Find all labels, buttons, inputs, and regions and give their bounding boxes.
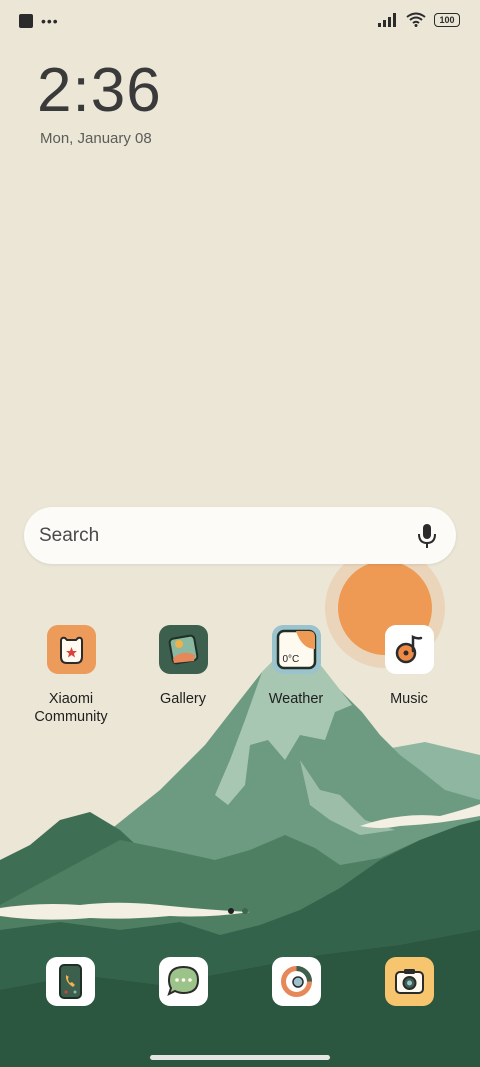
square-icon <box>19 14 33 28</box>
app-xiaomi-community[interactable]: Xiaomi Community <box>16 625 126 726</box>
mic-icon[interactable] <box>416 523 438 549</box>
system-icons: 100 <box>378 12 460 27</box>
app-label: Xiaomi Community <box>34 691 108 725</box>
search-placeholder: Search <box>39 525 100 546</box>
app-weather[interactable]: 0°C Weather <box>241 625 351 708</box>
battery-level: 100 <box>439 14 455 25</box>
page-dot[interactable] <box>242 908 248 914</box>
app-label: Weather <box>268 691 324 707</box>
weather-temp: 0°C <box>282 654 300 665</box>
browser-icon <box>281 966 312 997</box>
dock-browser[interactable] <box>272 957 321 1006</box>
dock-messages[interactable] <box>159 957 208 1006</box>
dock-camera[interactable] <box>385 957 434 1006</box>
app-gallery[interactable]: Gallery <box>128 625 238 708</box>
home-indicator[interactable] <box>150 1055 330 1060</box>
notification-area: ••• <box>19 14 59 28</box>
app-label: Music <box>390 691 428 707</box>
wifi-icon <box>406 12 426 27</box>
messages-icon <box>167 965 200 996</box>
music-icon <box>384 625 434 674</box>
page-dot-active[interactable] <box>228 908 234 914</box>
dock-phone[interactable] <box>46 957 95 1006</box>
phone-icon <box>59 964 82 999</box>
clock-time[interactable]: 2:36 <box>37 56 162 126</box>
app-music[interactable]: Music <box>354 625 464 708</box>
battery-icon: 100 <box>434 12 460 27</box>
page-indicator[interactable] <box>228 908 248 914</box>
gallery-icon <box>158 625 208 674</box>
more-dots-icon: ••• <box>41 13 59 29</box>
app-label: Gallery <box>160 691 206 707</box>
xiaomi-community-icon <box>46 625 96 674</box>
clock-date[interactable]: Mon, January 08 <box>40 130 152 147</box>
search-bar[interactable]: Search <box>24 507 456 564</box>
camera-icon <box>395 969 424 994</box>
weather-icon: 0°C <box>271 625 321 674</box>
signal-icon <box>378 12 396 27</box>
status-bar: ••• 100 <box>0 0 480 44</box>
